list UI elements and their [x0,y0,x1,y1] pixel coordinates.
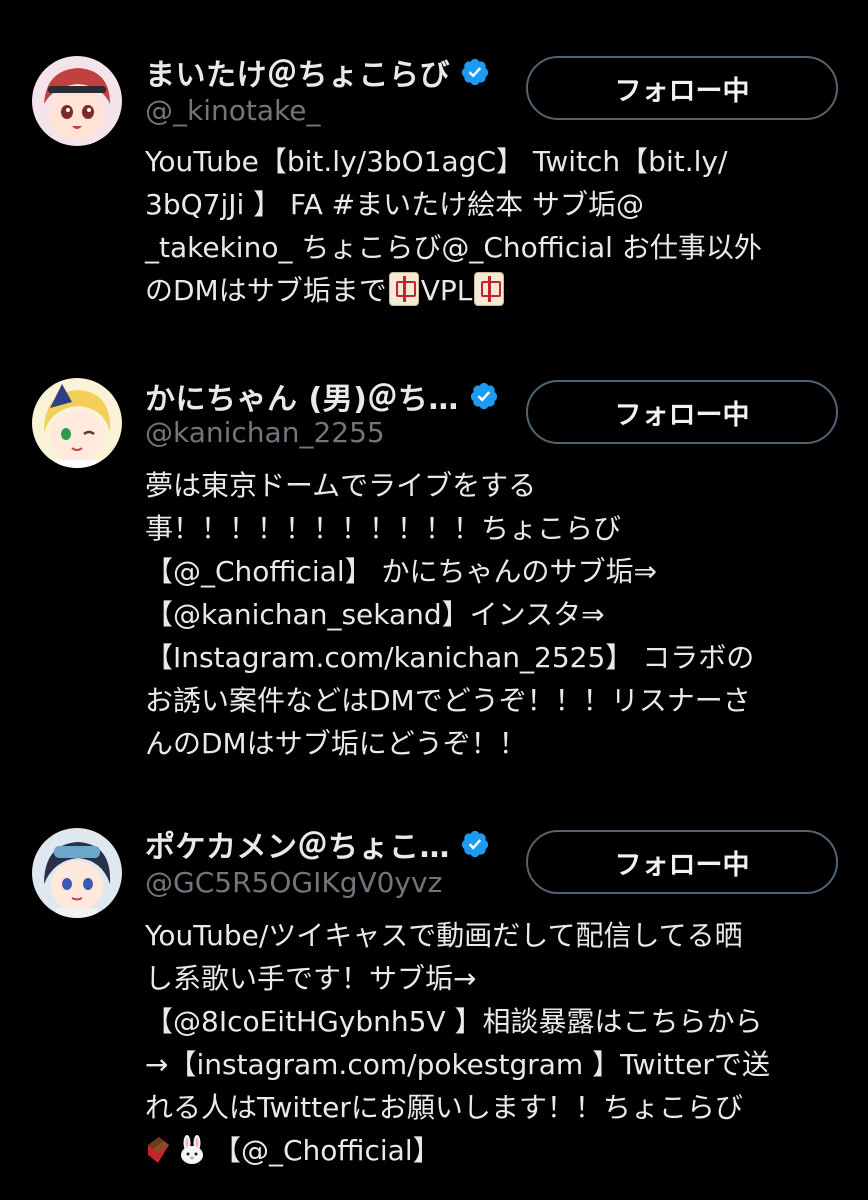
bio-line: 3bQ7jJi 】 FA #まいたけ絵本 サブ垢@ [145,188,645,221]
bio-line: 【Instagram.com/kanichan_2525】 コラボの [145,641,755,674]
display-name[interactable]: かにちゃん (男)＠ち… [145,374,459,418]
following-button[interactable]: フォロー中 [526,56,838,120]
bio-line: YouTube/ツイキャスで動画だして配信してる晒 [145,919,743,952]
avatar[interactable] [32,56,122,146]
bio-line: 夢は東京ドームでライブをする [145,469,537,502]
handle: @_kinotake_ [145,94,321,127]
verified-badge-icon [461,58,489,86]
user-cell[interactable]: ポケカメン＠ちょこ… @GC5R5OGIKgV0yvz フォロー中 YouTub… [0,820,868,1200]
bio-line: _takekino_ ちょこらび@_Chofficial お仕事以外 [145,231,762,264]
handle: @kanichan_2255 [145,416,385,449]
bio-line: 事！！！！！！！！！！！ちょこらび [145,512,622,545]
bio-line: 【@_Chofficial】 [145,1129,845,1172]
bio-line: →【instagram.com/pokestgram 】Twitterで送 [145,1048,770,1081]
rabbit-face-icon [181,1135,203,1164]
bio-text: のDMはサブ垢まで [145,274,387,307]
bio-text: VPL [420,274,473,307]
verified-badge-icon [461,830,489,858]
bio-line: れる人はTwitterにお願いします！！ちょこらび [145,1091,743,1124]
user-bio: YouTube【bit.ly/3bO1agC】 Twitch【bit.ly/ 3… [145,140,845,312]
user-cell[interactable]: かにちゃん (男)＠ち… @kanichan_2255 フォロー中 夢は東京ドー… [0,370,868,790]
bio-line: 【@8IcoEitHGybnh5V 】相談暴露はこちらから [145,1005,763,1038]
bio-text: 【@_Chofficial】 [213,1134,441,1167]
bio-line: 【@kanichan_sekand】インスタ⇒ [145,598,605,631]
bio-line: し系歌い手です！サブ垢→ [145,962,477,995]
mahjong-tile-icon [388,272,419,306]
bio-line: YouTube【bit.ly/3bO1agC】 Twitch【bit.ly/ [145,145,728,178]
avatar[interactable] [32,378,122,468]
chocolate-bar-icon [148,1137,169,1163]
user-bio: YouTube/ツイキャスで動画だして配信してる晒 し系歌い手です！サブ垢→ 【… [145,914,845,1172]
bio-line: お誘い案件などはDMでどうぞ！！！リスナーさ [145,684,751,717]
user-bio: 夢は東京ドームでライブをする 事！！！！！！！！！！！ちょこらび 【@_Chof… [145,464,845,765]
display-name[interactable]: まいたけ＠ちょこらび [145,50,450,94]
user-cell[interactable]: まいたけ＠ちょこらび @_kinotake_ フォロー中 YouTube【bit… [0,0,868,330]
handle: @GC5R5OGIKgV0yvz [145,866,443,899]
display-name[interactable]: ポケカメン＠ちょこ… [145,822,450,866]
bio-line: んのDMはサブ垢にどうぞ！！ [145,727,527,760]
bio-line: 【@_Chofficial】 かにちゃんのサブ垢⇒ [145,555,657,588]
verified-badge-icon [470,382,497,410]
following-button[interactable]: フォロー中 [526,830,838,894]
bio-line: のDMはサブ垢まで VPL [145,269,845,312]
avatar[interactable] [32,828,122,918]
mahjong-tile-icon [474,272,505,306]
following-button[interactable]: フォロー中 [526,380,838,444]
